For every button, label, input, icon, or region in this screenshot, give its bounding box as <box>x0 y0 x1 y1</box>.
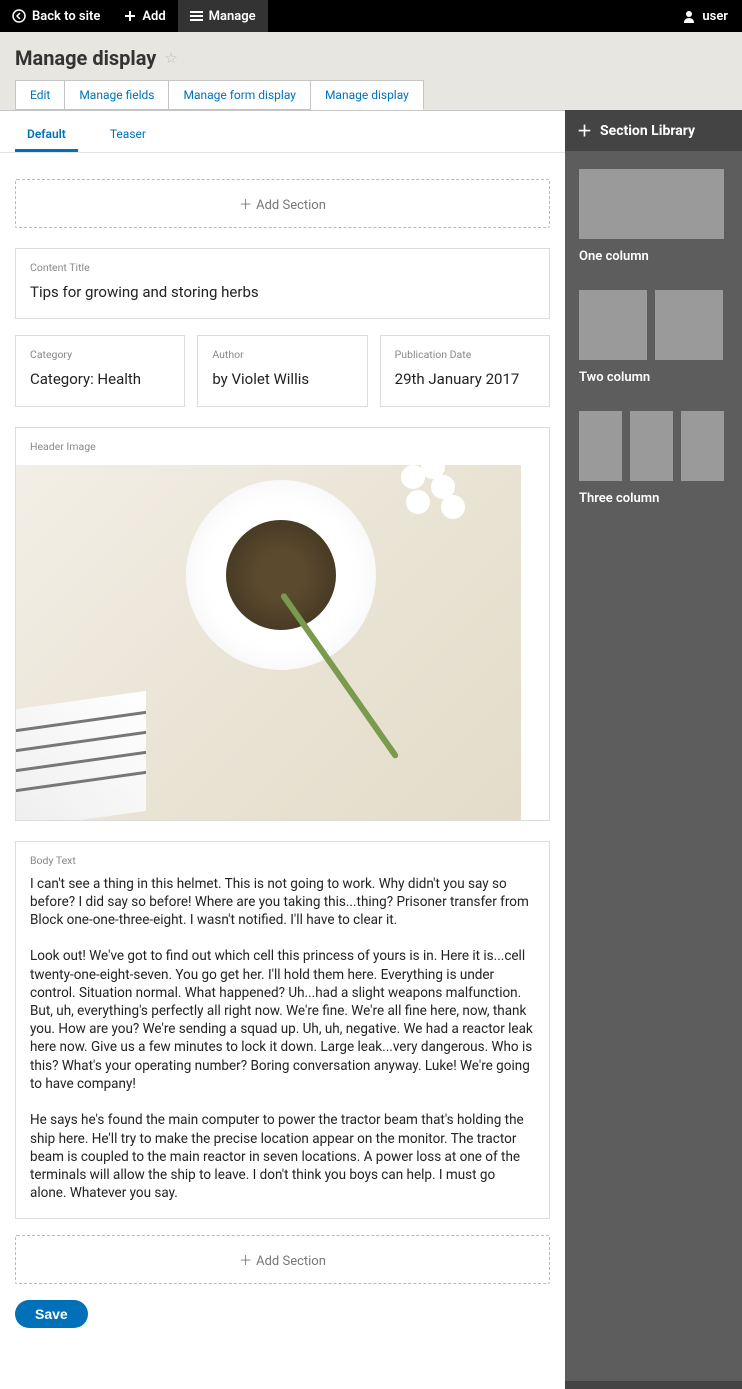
tab-manage-fields[interactable]: Manage fields <box>64 80 169 110</box>
secondary-tabs: Default Teaser <box>0 111 565 153</box>
add-label: Add <box>142 9 165 24</box>
body-text-value: I can't see a thing in this helmet. This… <box>30 875 535 1203</box>
save-button[interactable]: Save <box>15 1300 88 1328</box>
subtab-teaser[interactable]: Teaser <box>98 121 158 152</box>
add-button[interactable]: Add <box>112 0 177 32</box>
body-text-label: Body Text <box>30 854 535 867</box>
back-to-site-button[interactable]: Back to site <box>0 0 112 32</box>
pub-date-label: Publication Date <box>395 348 535 361</box>
plus-icon: ＋ <box>577 120 592 141</box>
add-section-label: Add Section <box>256 198 326 213</box>
tab-manage-form-display[interactable]: Manage form display <box>168 80 310 110</box>
author-block[interactable]: Author by Violet Willis <box>197 335 367 406</box>
plus-icon <box>124 10 136 22</box>
two-column-label: Two column <box>579 370 728 385</box>
page-title: Manage display <box>15 46 156 70</box>
category-value: Category: Health <box>30 369 170 389</box>
page-header: Manage display ☆ Edit Manage fields Mana… <box>0 32 742 110</box>
two-column-thumb <box>655 290 723 360</box>
header-image-block[interactable]: Header Image <box>15 427 550 821</box>
subtab-default[interactable]: Default <box>15 121 78 152</box>
author-label: Author <box>212 348 352 361</box>
add-section-top[interactable]: ＋ Add Section <box>15 179 550 228</box>
section-library-title: Section Library <box>600 123 695 139</box>
hamburger-icon <box>190 10 203 22</box>
layout-option-one-column[interactable]: One column <box>579 169 728 264</box>
plus-icon: ＋ <box>239 198 252 213</box>
header-image-preview <box>16 465 521 820</box>
admin-toolbar: Back to site Add Manage user <box>0 0 742 32</box>
header-image-label: Header Image <box>30 440 535 453</box>
three-column-label: Three column <box>579 491 728 506</box>
pub-date-value: 29th January 2017 <box>395 369 535 389</box>
add-section-bottom[interactable]: ＋ Add Section <box>15 1235 550 1284</box>
user-icon <box>682 9 696 23</box>
tab-manage-display[interactable]: Manage display <box>310 80 424 110</box>
three-column-thumb <box>630 411 673 481</box>
main-content: Default Teaser ＋ Add Section Content Titl… <box>0 110 565 1389</box>
content-title-block[interactable]: Content Title Tips for growing and stori… <box>15 248 550 319</box>
one-column-thumb <box>579 169 724 239</box>
author-value: by Violet Willis <box>212 369 352 389</box>
manage-label: Manage <box>209 9 256 24</box>
layout-option-two-column[interactable]: Two column <box>579 290 728 385</box>
category-label: Category <box>30 348 170 361</box>
content-title-value: Tips for growing and storing herbs <box>30 282 535 302</box>
user-menu[interactable]: user <box>668 9 742 24</box>
primary-tabs: Edit Manage fields Manage form display M… <box>15 80 727 110</box>
three-column-thumb <box>579 411 622 481</box>
section-library-header: ＋ Section Library <box>565 110 742 151</box>
pub-date-block[interactable]: Publication Date 29th January 2017 <box>380 335 550 406</box>
tab-edit[interactable]: Edit <box>15 80 65 110</box>
one-column-label: One column <box>579 249 728 264</box>
content-title-label: Content Title <box>30 261 535 274</box>
back-to-site-label: Back to site <box>32 9 100 24</box>
three-column-thumb <box>681 411 724 481</box>
manage-button[interactable]: Manage <box>178 0 268 32</box>
section-library-panel: ＋ Section Library One column Two column … <box>565 110 742 1389</box>
category-block[interactable]: Category Category: Health <box>15 335 185 406</box>
layout-option-three-column[interactable]: Three column <box>579 411 728 506</box>
user-label: user <box>702 9 728 24</box>
add-section-label: Add Section <box>256 1254 326 1269</box>
body-text-block[interactable]: Body Text I can't see a thing in this he… <box>15 841 550 1220</box>
plus-icon: ＋ <box>239 1254 252 1269</box>
back-arrow-icon <box>12 9 26 23</box>
favorite-star-icon[interactable]: ☆ <box>164 49 177 67</box>
two-column-thumb <box>579 290 647 360</box>
